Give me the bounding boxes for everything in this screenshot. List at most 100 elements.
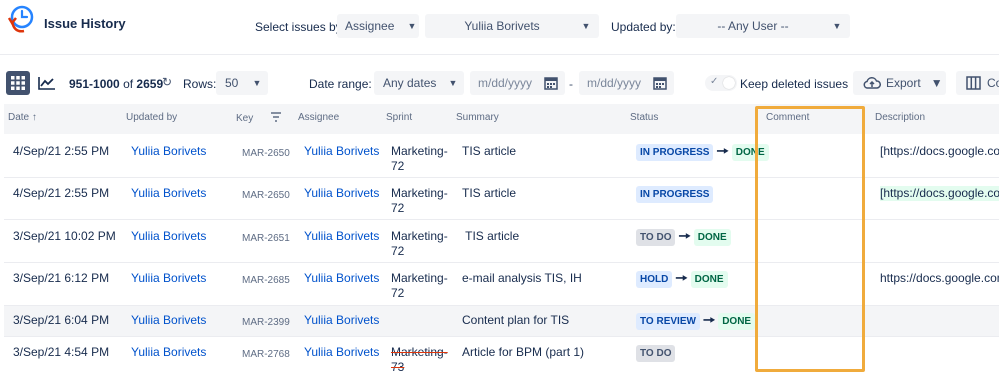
rows-dropdown[interactable]: 50 ▼ <box>216 71 268 95</box>
col-status[interactable]: Status <box>630 112 658 123</box>
cell-assignee[interactable]: Yuliia Borivets <box>304 271 379 286</box>
col-assignee[interactable]: Assignee <box>298 112 339 123</box>
cell-status: IN PROGRESS 🠖 DONE <box>636 144 769 161</box>
columns-label: Co <box>987 76 999 90</box>
chevron-down-icon: ▼ <box>448 78 458 88</box>
date-from-placeholder: m/dd/yyyy <box>478 76 533 90</box>
col-date[interactable]: Date ↑ <box>8 112 37 123</box>
cell-description: [https://docs.google.com <box>880 186 999 201</box>
date-range-label: Date range: <box>309 77 372 91</box>
updated-by-value: -- Any User -- <box>717 19 789 33</box>
cell-date: 3/Sep/21 4:54 PM <box>13 345 110 359</box>
cell-summary: TIS article <box>462 144 517 158</box>
columns-icon <box>966 76 981 90</box>
export-label: Export <box>886 76 921 90</box>
status-badge: TO DO <box>636 345 676 362</box>
cell-updated-by[interactable]: Yuliia Borivets <box>131 186 206 201</box>
filter-icon[interactable] <box>270 112 282 122</box>
assignee-value: Yuliia Borivets <box>464 19 540 33</box>
cell-description: https://docs.google.com <box>880 271 999 285</box>
check-icon: ✓ <box>710 76 719 87</box>
arrow-right-icon: 🠖 <box>678 228 691 245</box>
cell-assignee[interactable]: Yuliia Borivets <box>304 345 379 360</box>
cell-summary: Content plan for TIS <box>462 313 570 327</box>
cell-summary: e-mail analysis TIS, IH <box>462 271 582 285</box>
grid-view-button[interactable] <box>6 71 30 95</box>
keep-deleted-label: Keep deleted issues <box>740 77 849 91</box>
cell-description: [https://docs.google.com <box>880 144 999 158</box>
status-badge: DONE <box>693 229 731 246</box>
arrow-right-icon: 🠖 <box>702 312 716 329</box>
cell-updated-by[interactable]: Yuliia Borivets <box>131 313 206 328</box>
assignee-dropdown[interactable]: Yuliia Borivets ▼ <box>425 14 599 38</box>
rows-value: 50 <box>225 76 239 90</box>
cell-date: 4/Sep/21 2:55 PM <box>13 144 110 158</box>
cell-assignee[interactable]: Yuliia Borivets <box>304 229 379 244</box>
refresh-icon[interactable]: ↻ <box>162 75 172 89</box>
cell-status: TO REVIEW 🠖 DONE <box>636 312 756 330</box>
range-bold: 951-1000 <box>69 77 120 91</box>
status-badge: DONE <box>690 271 728 288</box>
cell-sprint: Marketing- 72 <box>391 144 448 173</box>
cell-sprint: Marketing- 72 <box>391 271 448 300</box>
cell-key[interactable]: MAR-2768 <box>242 347 290 362</box>
cell-assignee[interactable]: Yuliia Borivets <box>304 313 379 328</box>
date-to-input[interactable]: m/dd/yyyy <box>579 71 674 95</box>
calendar-icon[interactable] <box>653 76 667 90</box>
cell-key[interactable]: MAR-2650 <box>242 146 290 161</box>
cell-updated-by[interactable]: Yuliia Borivets <box>131 229 206 244</box>
cell-assignee[interactable]: Yuliia Borivets <box>304 144 379 159</box>
col-updated-by[interactable]: Updated by <box>126 112 177 123</box>
status-badge: IN PROGRESS <box>636 186 714 203</box>
cell-status: HOLD 🠖 DONE <box>636 271 728 288</box>
history-clock-icon <box>7 5 34 33</box>
select-by-dropdown[interactable]: Assignee ▼ <box>337 14 419 38</box>
cell-updated-by[interactable]: Yuliia Borivets <box>131 144 206 159</box>
cell-updated-by[interactable]: Yuliia Borivets <box>131 271 206 286</box>
export-button[interactable]: Export ▼ <box>853 71 946 95</box>
calendar-icon[interactable] <box>544 76 558 90</box>
range-total: 2659 <box>136 77 164 91</box>
cloud-upload-icon <box>863 77 881 89</box>
columns-button[interactable]: Co <box>956 71 999 95</box>
updated-by-label: Updated by: <box>611 20 676 34</box>
rows-label: Rows: <box>183 77 217 91</box>
cell-date: 4/Sep/21 2:55 PM <box>13 186 110 200</box>
cell-sprint: Marketing- 72 <box>391 229 448 258</box>
keep-deleted-toggle[interactable]: ✓ <box>705 75 737 91</box>
date-range-value: Any dates <box>383 76 437 90</box>
grid-icon <box>11 76 25 90</box>
date-range-dropdown[interactable]: Any dates ▼ <box>374 71 464 95</box>
date-from-input[interactable]: m/dd/yyyy <box>470 71 565 95</box>
chevron-down-icon: ▼ <box>252 78 262 88</box>
cell-key[interactable]: MAR-2651 <box>242 231 290 246</box>
page-title: Issue History <box>44 16 126 31</box>
cell-summary: Article for BPM (part 1) <box>462 345 585 359</box>
sort-up-icon: ↑ <box>31 112 37 123</box>
col-comment[interactable]: Comment <box>766 112 809 123</box>
chart-view-button[interactable] <box>35 71 59 95</box>
cell-key[interactable]: MAR-2650 <box>242 188 290 203</box>
cell-date: 3/Sep/21 6:12 PM <box>13 271 110 285</box>
col-sprint[interactable]: Sprint <box>386 112 412 123</box>
cell-assignee[interactable]: Yuliia Borivets <box>304 186 379 201</box>
col-description[interactable]: Description <box>875 112 925 123</box>
pagination-range: 951-1000 of 2659 <box>69 77 163 91</box>
range-of: of <box>123 77 134 91</box>
col-summary[interactable]: Summary <box>456 112 499 123</box>
status-badge: HOLD <box>636 271 673 288</box>
cell-updated-by[interactable]: Yuliia Borivets <box>131 345 206 360</box>
cell-date: 3/Sep/21 6:04 PM <box>13 313 110 327</box>
cell-key[interactable]: MAR-2399 <box>242 315 290 330</box>
updated-by-dropdown[interactable]: -- Any User -- ▼ <box>676 14 850 38</box>
chevron-down-icon: ▼ <box>581 21 591 31</box>
col-key[interactable]: Key <box>236 112 282 124</box>
cell-summary: TIS article <box>462 186 517 200</box>
toggle-knob <box>723 77 735 89</box>
cell-status: TO DO <box>636 345 676 362</box>
cell-summary: TIS article <box>462 229 520 243</box>
select-by-value: Assignee <box>345 19 395 33</box>
date-separator: - <box>569 77 573 91</box>
status-badge: DONE <box>731 144 769 161</box>
cell-key[interactable]: MAR-2685 <box>242 273 290 288</box>
